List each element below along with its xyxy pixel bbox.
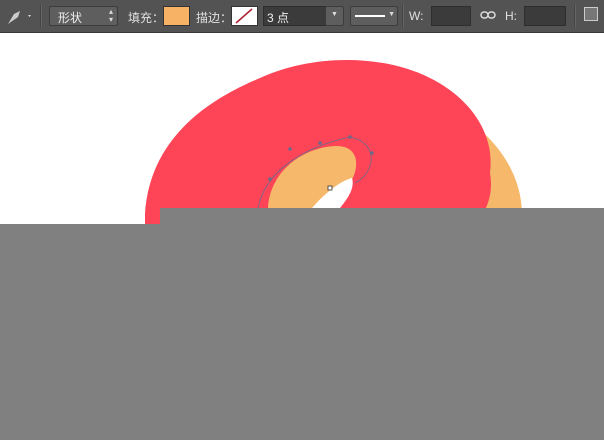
stroke-width-value: 3 点 [267, 11, 290, 25]
link-icon[interactable] [480, 9, 496, 21]
updown-icon: ▴ ▾ [108, 7, 113, 24]
gray-overlay [0, 224, 604, 440]
fill-label: 填充： [128, 11, 165, 25]
no-stroke-icon[interactable] [231, 6, 258, 26]
divider [402, 5, 404, 27]
chevron-down-icon: ▼ [331, 11, 338, 18]
height-input[interactable] [524, 6, 566, 26]
options-toolbar: 形状 ▴ ▾ 填充： 描边： 3 点 ▼ ▼ W: H: [0, 0, 604, 33]
stroke-width-dropdown[interactable]: ▼ [325, 6, 344, 26]
stroke-label: 描边： [196, 11, 233, 25]
fill-swatch[interactable] [163, 6, 190, 26]
pen-tool-icon[interactable] [4, 5, 34, 27]
divider [574, 5, 576, 27]
mode-select[interactable]: 形状 ▴ ▾ [49, 6, 118, 26]
line-style-icon [355, 15, 385, 17]
height-label: H: [505, 9, 517, 23]
stroke-width-input[interactable]: 3 点 [263, 6, 326, 26]
width-label: W: [409, 9, 424, 23]
stroke-type-select[interactable]: ▼ [350, 6, 398, 26]
width-input[interactable] [431, 6, 471, 26]
chevron-down-icon: ▼ [388, 11, 395, 18]
path-alignment-icon[interactable] [584, 7, 598, 21]
mode-value: 形状 [58, 11, 83, 25]
divider [40, 5, 42, 27]
